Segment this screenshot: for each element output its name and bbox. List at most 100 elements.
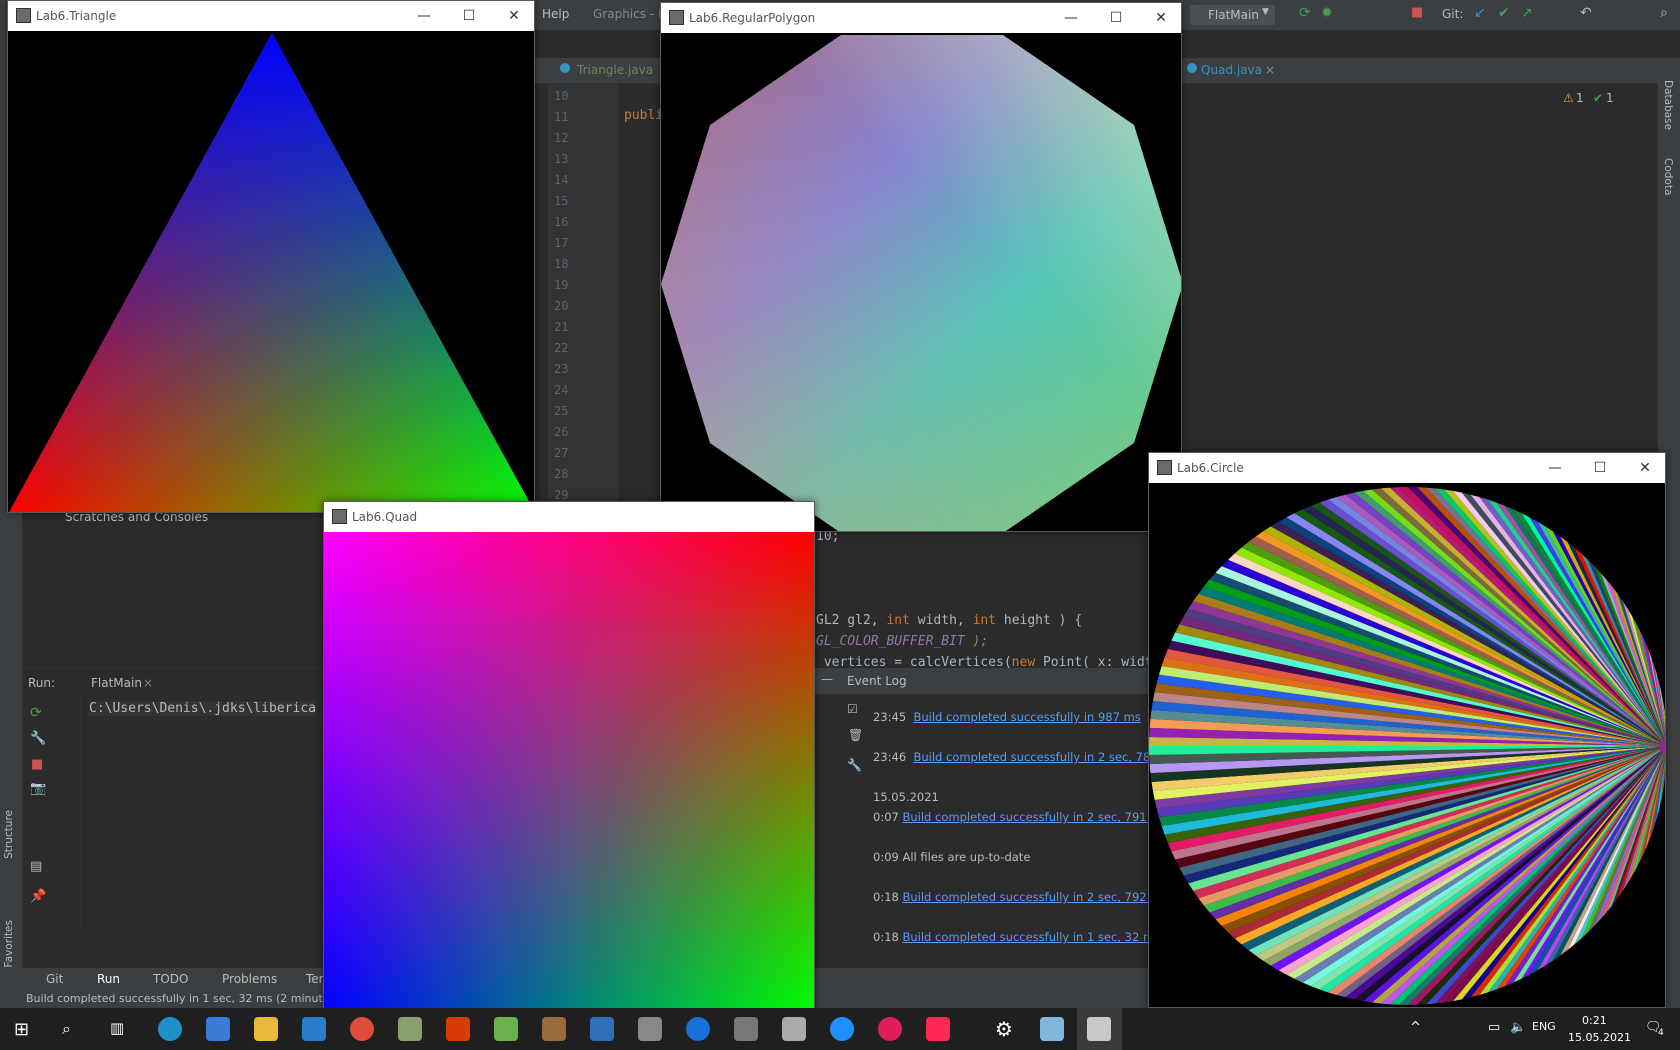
tab-problems[interactable]: Problems [222, 972, 277, 986]
console-output[interactable]: C:\Users\Denis\.jdks\liberica [80, 699, 345, 929]
tab-run[interactable]: Run [97, 972, 120, 986]
java-app-taskbar[interactable] [1077, 1008, 1122, 1050]
event-entry: 0:07 Build completed successfully in 2 s… [873, 810, 1167, 824]
tab-triangle[interactable]: Triangle.java [577, 63, 653, 77]
windows-start-icon[interactable]: ⊞ [14, 1019, 29, 1040]
git-commit-icon[interactable]: ✔ [1498, 5, 1510, 21]
maximize-button[interactable]: ☐ [459, 6, 479, 26]
app-icon[interactable] [782, 1017, 806, 1041]
layout-icon[interactable]: ▤ [30, 859, 42, 874]
search-icon[interactable]: ⌕ [1660, 5, 1668, 21]
line-number: 18 [554, 257, 569, 271]
rerun-icon[interactable]: ⟳ [1299, 5, 1311, 21]
app-icon[interactable] [734, 1017, 758, 1041]
debug-icon[interactable]: ✹ [1321, 5, 1333, 21]
clock-time[interactable]: 0:21 [1582, 1014, 1607, 1027]
tab-git[interactable]: Git [46, 972, 63, 986]
app-icon[interactable] [398, 1017, 422, 1041]
circle-window: Lab6.Circle — ☐ ✕ [1148, 452, 1666, 1008]
maximize-button[interactable]: ☐ [1106, 8, 1126, 28]
undo-icon[interactable]: ↶ [1580, 5, 1592, 21]
minimize-button[interactable]: — [1061, 8, 1081, 28]
git-push-icon[interactable]: ↗ [1521, 5, 1533, 21]
app-icon[interactable] [494, 1017, 518, 1041]
window-title: Lab6.Quad [352, 510, 418, 524]
app-icon[interactable] [686, 1017, 710, 1041]
minimize-button[interactable]: — [414, 6, 434, 26]
close-icon[interactable]: × [143, 676, 153, 690]
ie-icon[interactable] [830, 1017, 854, 1041]
edge-icon[interactable] [158, 1017, 182, 1041]
wrench-icon[interactable]: 🔧 [30, 731, 46, 746]
window-titlebar[interactable]: Lab6.Triangle — ☐ ✕ [8, 1, 534, 31]
event-link[interactable]: Build completed successfully in 2 sec, 7… [913, 750, 1178, 764]
event-log-header: — Event Log [815, 668, 1150, 694]
pin-icon[interactable]: 📌 [30, 889, 46, 904]
database-tool[interactable]: Database [1662, 80, 1674, 130]
gl-canvas[interactable] [661, 33, 1181, 531]
window-titlebar[interactable]: Lab6.Circle — ☐ ✕ [1149, 453, 1665, 483]
app-icon[interactable] [542, 1017, 566, 1041]
slack-icon[interactable] [878, 1017, 902, 1041]
check-icon[interactable]: ☑ [847, 702, 858, 716]
clock-date[interactable]: 15.05.2021 [1568, 1031, 1631, 1044]
event-time: 23:46 [873, 750, 907, 764]
java-app-icon [669, 10, 684, 25]
minimize-icon[interactable]: — [821, 672, 833, 686]
codota-tool[interactable]: Codota [1662, 158, 1674, 195]
minimize-button[interactable]: — [1545, 458, 1565, 478]
run-config-select[interactable]: FlatMain ▼ [1190, 5, 1275, 25]
event-link[interactable]: Build completed successfully in 2 sec, 7… [902, 810, 1167, 824]
chevron-up-icon[interactable]: ^ [1410, 1020, 1421, 1035]
network-icon[interactable]: ▭ [1488, 1020, 1500, 1035]
settings-icon[interactable]: ⚙ [995, 1017, 1013, 1041]
event-text: All files are up-to-date [902, 850, 1031, 864]
gl-canvas[interactable] [324, 532, 814, 1008]
structure-tool[interactable]: Structure [3, 810, 15, 859]
close-button[interactable]: ✕ [1151, 8, 1171, 28]
app-icon[interactable] [1040, 1017, 1064, 1041]
intellij-icon[interactable] [926, 1017, 950, 1041]
tab-terminal[interactable]: Ter [306, 972, 324, 986]
wrench-icon[interactable]: 🔧 [847, 758, 862, 772]
event-link[interactable]: Build completed successfully in 2 sec, 7… [902, 890, 1167, 904]
language-indicator[interactable]: ENG [1532, 1020, 1556, 1033]
stop-icon[interactable]: ■ [1411, 5, 1423, 20]
close-button[interactable]: ✕ [504, 6, 524, 26]
app-icon[interactable] [590, 1017, 614, 1041]
favorites-tool[interactable]: Favorites [3, 920, 15, 967]
office-icon[interactable] [446, 1017, 470, 1041]
chrome-icon[interactable] [350, 1017, 374, 1041]
git-update-icon[interactable]: ↙ [1474, 5, 1486, 21]
tab-quad[interactable]: Quad.java [1201, 63, 1262, 77]
gl-canvas[interactable] [1149, 483, 1665, 1007]
task-view-icon[interactable]: ▥ [110, 1019, 124, 1037]
search-icon[interactable]: ⌕ [62, 1019, 71, 1039]
explorer-icon[interactable] [254, 1017, 278, 1041]
event-link[interactable]: Build completed successfully in 987 ms [913, 710, 1140, 724]
database-icon[interactable] [638, 1017, 662, 1041]
gl-canvas[interactable] [8, 31, 534, 512]
event-link[interactable]: Build completed successfully in 1 sec, 3… [902, 930, 1160, 944]
volume-icon[interactable]: 🔈 [1510, 1020, 1526, 1035]
close-icon[interactable]: × [1265, 63, 1275, 77]
git-label: Git: [1442, 7, 1464, 21]
run-tab[interactable]: FlatMain [91, 676, 142, 690]
java-class-icon [1187, 63, 1197, 73]
window-titlebar[interactable]: Lab6.Quad [324, 502, 814, 532]
maximize-button[interactable]: ☐ [1590, 458, 1610, 478]
notification-count: 4 [1658, 1028, 1664, 1038]
tab-todo[interactable]: TODO [153, 972, 188, 986]
line-number: 14 [554, 173, 569, 187]
close-button[interactable]: ✕ [1635, 458, 1655, 478]
window-titlebar[interactable]: Lab6.RegularPolygon — ☐ ✕ [661, 3, 1181, 33]
camera-icon[interactable]: 📷 [30, 781, 46, 796]
event-entry: 0:18 Build completed successfully in 1 s… [873, 930, 1160, 944]
trash-icon[interactable]: 🗑 [848, 728, 863, 742]
stop-icon[interactable]: ■ [31, 757, 43, 772]
code-editor-lower[interactable]: 10; GL2 gl2, int width, int height ) { G… [810, 525, 1153, 670]
menu-help[interactable]: Help [542, 7, 569, 21]
mail-icon[interactable] [302, 1017, 326, 1041]
store-icon[interactable] [206, 1017, 230, 1041]
rerun-icon[interactable]: ⟳ [30, 705, 42, 721]
